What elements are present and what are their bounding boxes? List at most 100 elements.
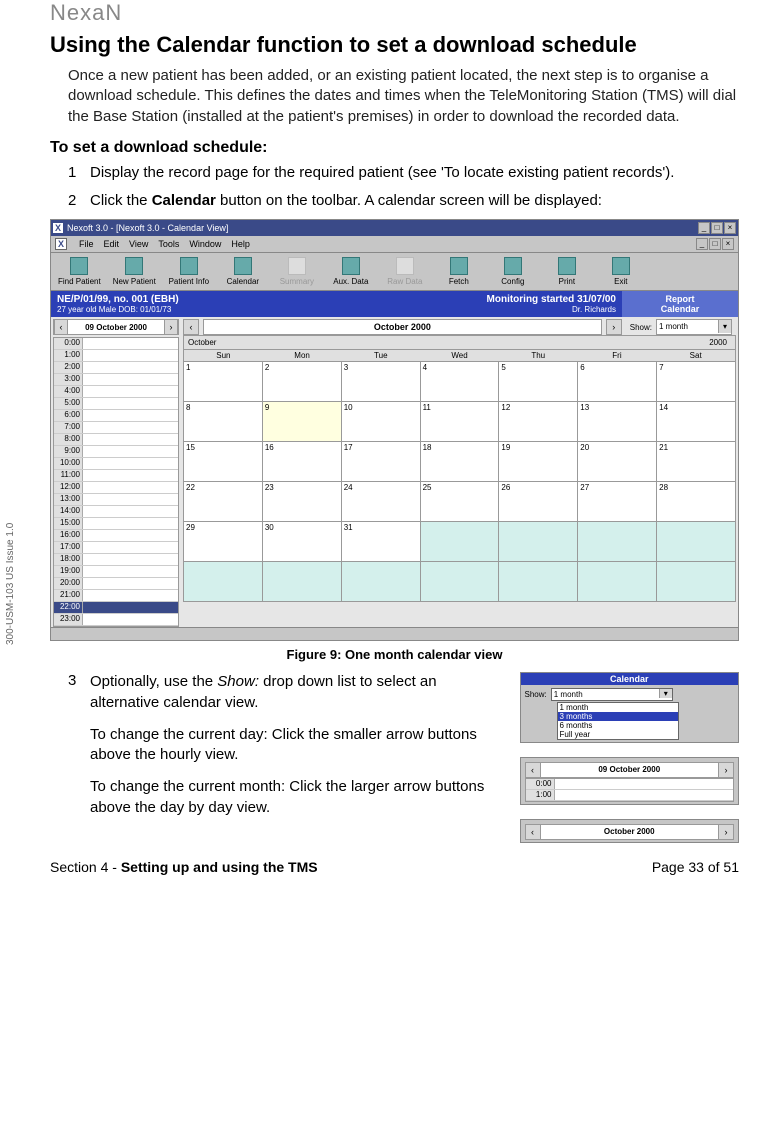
- aux-data-button[interactable]: Aux. Data: [325, 254, 377, 289]
- hour-row[interactable]: 15:00: [54, 518, 178, 530]
- month-cell[interactable]: [578, 522, 657, 562]
- menu-view[interactable]: View: [129, 239, 148, 249]
- month-cell[interactable]: [657, 562, 736, 602]
- dropdown-option[interactable]: 6 months: [558, 721, 678, 730]
- hour-cell[interactable]: [83, 602, 178, 613]
- mini-prev-day-button[interactable]: ‹: [526, 763, 541, 777]
- hour-row[interactable]: 7:00: [54, 422, 178, 434]
- close-icon[interactable]: ×: [724, 222, 736, 234]
- inner-maximize-icon[interactable]: □: [709, 238, 721, 250]
- hour-row[interactable]: 20:00: [54, 578, 178, 590]
- hour-cell[interactable]: [83, 458, 178, 469]
- hour-cell[interactable]: [83, 374, 178, 385]
- month-cell[interactable]: [184, 562, 263, 602]
- hour-cell[interactable]: [83, 494, 178, 505]
- month-cell[interactable]: 29: [184, 522, 263, 562]
- month-cell[interactable]: 3: [342, 362, 421, 402]
- hour-cell[interactable]: [83, 614, 178, 625]
- month-cell[interactable]: 9: [263, 402, 342, 442]
- hour-cell[interactable]: [83, 482, 178, 493]
- month-cell[interactable]: 20: [578, 442, 657, 482]
- hour-cell[interactable]: [83, 350, 178, 361]
- month-cell[interactable]: [499, 522, 578, 562]
- hour-cell[interactable]: [83, 554, 178, 565]
- month-cell[interactable]: 18: [421, 442, 500, 482]
- hour-row[interactable]: 1:00: [54, 350, 178, 362]
- month-cell[interactable]: 27: [578, 482, 657, 522]
- menu-edit[interactable]: Edit: [104, 239, 120, 249]
- month-cell[interactable]: [263, 562, 342, 602]
- month-cell[interactable]: 2: [263, 362, 342, 402]
- hour-cell[interactable]: [83, 338, 178, 349]
- hour-row[interactable]: 4:00: [54, 386, 178, 398]
- month-cell[interactable]: 31: [342, 522, 421, 562]
- mini-next-day-button[interactable]: ›: [718, 763, 733, 777]
- mini-show-dropdown[interactable]: 1 month ▾: [551, 688, 673, 701]
- hour-cell[interactable]: [83, 362, 178, 373]
- month-cell[interactable]: 30: [263, 522, 342, 562]
- inner-close-icon[interactable]: ×: [722, 238, 734, 250]
- month-cell[interactable]: 8: [184, 402, 263, 442]
- patient-info-button[interactable]: Patient Info: [163, 254, 215, 289]
- hour-cell[interactable]: [83, 590, 178, 601]
- month-cell[interactable]: 6: [578, 362, 657, 402]
- month-cell[interactable]: 28: [657, 482, 736, 522]
- hour-row[interactable]: 0:00: [54, 338, 178, 350]
- month-cell[interactable]: 22: [184, 482, 263, 522]
- config-button[interactable]: Config: [487, 254, 539, 289]
- month-cell[interactable]: 15: [184, 442, 263, 482]
- hour-cell[interactable]: [83, 398, 178, 409]
- menu-file[interactable]: File: [79, 239, 94, 249]
- month-cell[interactable]: 10: [342, 402, 421, 442]
- hour-row[interactable]: 10:00: [54, 458, 178, 470]
- month-cell[interactable]: [342, 562, 421, 602]
- prev-day-button[interactable]: ‹: [54, 320, 68, 334]
- hour-cell[interactable]: [83, 446, 178, 457]
- fetch-button[interactable]: Fetch: [433, 254, 485, 289]
- month-cell[interactable]: 23: [263, 482, 342, 522]
- hour-cell[interactable]: [83, 434, 178, 445]
- find-patient-button[interactable]: Find Patient: [53, 254, 106, 289]
- new-patient-button[interactable]: New Patient: [108, 254, 161, 289]
- dropdown-option[interactable]: 1 month: [558, 703, 678, 712]
- month-cell[interactable]: [421, 562, 500, 602]
- hour-row[interactable]: 14:00: [54, 506, 178, 518]
- hour-row[interactable]: 13:00: [54, 494, 178, 506]
- hour-row[interactable]: 6:00: [54, 410, 178, 422]
- hour-cell[interactable]: [83, 386, 178, 397]
- hour-row[interactable]: 18:00: [54, 554, 178, 566]
- menu-help[interactable]: Help: [231, 239, 250, 249]
- month-cell[interactable]: 24: [342, 482, 421, 522]
- hour-cell[interactable]: [83, 530, 178, 541]
- hour-row[interactable]: 8:00: [54, 434, 178, 446]
- hour-cell[interactable]: [83, 470, 178, 481]
- minimize-icon[interactable]: _: [698, 222, 710, 234]
- hour-row[interactable]: 21:00: [54, 590, 178, 602]
- next-month-button[interactable]: ›: [606, 319, 622, 335]
- hour-row[interactable]: 22:00: [54, 602, 178, 614]
- exit-button[interactable]: Exit: [595, 254, 647, 289]
- mini-prev-month-button[interactable]: ‹: [526, 825, 541, 839]
- calendar-button[interactable]: Calendar: [217, 254, 269, 289]
- month-cell[interactable]: 12: [499, 402, 578, 442]
- month-cell[interactable]: 5: [499, 362, 578, 402]
- prev-month-button[interactable]: ‹: [183, 319, 199, 335]
- maximize-icon[interactable]: □: [711, 222, 723, 234]
- month-cell[interactable]: 25: [421, 482, 500, 522]
- hour-row[interactable]: 16:00: [54, 530, 178, 542]
- month-cell[interactable]: 26: [499, 482, 578, 522]
- hour-cell[interactable]: [83, 578, 178, 589]
- month-cell[interactable]: 1: [184, 362, 263, 402]
- hour-cell[interactable]: [83, 410, 178, 421]
- month-cell[interactable]: 21: [657, 442, 736, 482]
- month-cell[interactable]: 17: [342, 442, 421, 482]
- mini-next-month-button[interactable]: ›: [718, 825, 733, 839]
- month-cell[interactable]: [657, 522, 736, 562]
- hour-cell[interactable]: [83, 422, 178, 433]
- inner-minimize-icon[interactable]: _: [696, 238, 708, 250]
- hour-row[interactable]: 11:00: [54, 470, 178, 482]
- month-cell[interactable]: [499, 562, 578, 602]
- hour-row[interactable]: 3:00: [54, 374, 178, 386]
- menu-tools[interactable]: Tools: [158, 239, 179, 249]
- hour-cell[interactable]: [83, 518, 178, 529]
